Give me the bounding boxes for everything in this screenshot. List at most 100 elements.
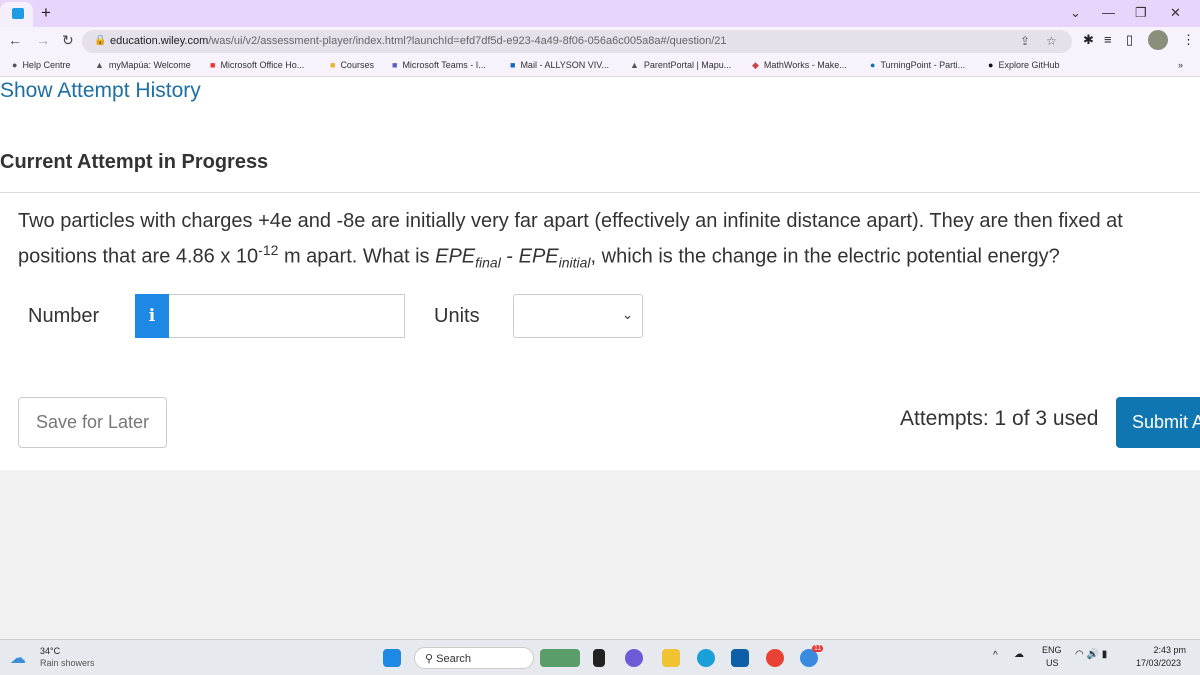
courses-icon: ■	[330, 60, 336, 70]
q-epe: EPE	[518, 245, 559, 268]
language[interactable]: ENG	[1042, 645, 1062, 655]
url-domain: education.wiley.com	[110, 35, 209, 47]
section-title: Current Attempt in Progress	[0, 151, 269, 173]
close-button[interactable]: ✕	[1170, 5, 1181, 21]
clock-time[interactable]: 2:43 pm	[1150, 645, 1186, 655]
browser-toolbar: ← → ↻ 🔒 education.wiley.com/was/ui/v2/as…	[0, 27, 1200, 55]
q-sub: final	[475, 254, 501, 271]
bookmark-label: ParentPortal | Mapu...	[643, 60, 732, 70]
q-part: -	[500, 245, 519, 268]
share-icon[interactable]: ⇪	[1020, 34, 1030, 48]
outlook-icon: ■	[510, 60, 516, 70]
back-icon[interactable]: ←	[8, 32, 22, 48]
extensions-icon[interactable]: ✱	[1083, 32, 1094, 48]
weather-text: Rain showers	[40, 658, 95, 668]
region[interactable]: US	[1046, 658, 1059, 668]
units-select[interactable]: ⌄	[513, 294, 643, 338]
number-input[interactable]	[169, 294, 405, 338]
url-path: /was/ui/v2/assessment-player/index.html?…	[208, 35, 727, 47]
info-icon[interactable]: i	[135, 294, 169, 338]
units-label: Units	[434, 305, 480, 327]
bookmark[interactable]: ● TurningPoint - Parti...	[870, 60, 965, 70]
bookmark-label: Mail - ALLYSON VIV...	[520, 60, 609, 70]
bookmark-label: Courses	[340, 60, 374, 70]
bookmark[interactable]: ■ Courses	[330, 60, 374, 70]
side-panel-icon[interactable]: ▯	[1126, 32, 1133, 48]
edge-icon[interactable]	[697, 649, 715, 667]
profile-avatar[interactable]	[1148, 30, 1168, 50]
reading-list-icon[interactable]: ≡	[1104, 32, 1112, 47]
wifi-volume-battery-icon[interactable]: ◠ 🔊 ▮	[1075, 649, 1107, 660]
q-part: , which is the change in the electric po…	[590, 245, 1060, 268]
q-sub: initial	[558, 254, 591, 271]
file-explorer-icon[interactable]	[662, 649, 680, 667]
reload-icon[interactable]: ↻	[62, 32, 74, 49]
attempts-count: Attempts: 1 of 3 used	[900, 407, 1099, 430]
bookmark[interactable]: ◆ MathWorks - Make...	[752, 60, 847, 71]
bookmark[interactable]: ▲ ParentPortal | Mapu...	[630, 60, 731, 70]
clock-date[interactable]: 17/03/2023	[1136, 658, 1181, 668]
search-icon: ⚲	[425, 653, 437, 665]
bookmark[interactable]: ■ Microsoft Office Ho...	[210, 60, 304, 70]
globe-icon: ●	[12, 60, 18, 70]
github-icon: ●	[988, 60, 994, 70]
bookmark-label: Explore GitHub	[998, 60, 1060, 70]
tab-bar: + ⌄ — ❐ ✕	[0, 0, 1200, 27]
assessment-page: Show Attempt History Current Attempt in …	[0, 77, 1200, 470]
lock-icon: 🔒	[94, 35, 107, 46]
address-bar[interactable]: 🔒 education.wiley.com/was/ui/v2/assessme…	[82, 30, 1072, 53]
taskbar: ☁ 34°C Rain showers ⚲ Search 11 ^ ☁ ENG …	[0, 639, 1200, 675]
mapua-icon: ▲	[95, 60, 104, 70]
restore-button[interactable]: ❐	[1135, 5, 1147, 21]
save-for-later-button[interactable]: Save for Later	[18, 397, 167, 448]
bookmark-label: Microsoft Teams - I...	[402, 60, 486, 70]
submit-answer-button[interactable]: Submit Answer	[1116, 397, 1200, 448]
bookmarks-bar: ● Help Centre ▲ myMapúa: Welcome ■ Microsof…	[0, 55, 1200, 77]
notification-badge: 11	[812, 645, 824, 652]
mathworks-icon: ◆	[752, 60, 759, 70]
teams-chat-icon[interactable]	[625, 649, 643, 667]
bookmark[interactable]: ● Explore GitHub	[988, 60, 1059, 70]
tab-search-icon[interactable]: ⌄	[1070, 5, 1081, 21]
bookmark[interactable]: ■ Mail - ALLYSON VIV...	[510, 60, 609, 70]
bookmark-label: TurningPoint - Parti...	[880, 60, 966, 70]
minimize-button[interactable]: —	[1102, 5, 1115, 20]
menu-icon[interactable]: ⋮	[1182, 32, 1195, 48]
chevron-down-icon: ⌄	[622, 307, 633, 322]
forward-icon[interactable]: →	[36, 32, 50, 48]
bookmark-label: myMapúa: Welcome	[108, 60, 191, 70]
bookmark-label: MathWorks - Make...	[763, 60, 847, 70]
show-attempt-history-link[interactable]: Show Attempt History	[0, 79, 201, 103]
more-bookmarks-button[interactable]: »	[1178, 60, 1183, 70]
wiley-favicon-icon	[12, 8, 24, 19]
office-icon: ■	[210, 60, 216, 70]
number-label: Number	[28, 305, 100, 327]
question-text: Two particles with charges +4e and -8e a…	[18, 207, 1198, 278]
bookmark-star-icon[interactable]: ☆	[1046, 34, 1057, 48]
weather-icon: ☁	[10, 650, 26, 667]
bookmark[interactable]: ▲ myMapúa: Welcome	[95, 60, 191, 70]
bookmark-label: Microsoft Office Ho...	[220, 60, 305, 70]
search-label: Search	[436, 653, 471, 665]
divider	[0, 192, 1200, 193]
start-icon[interactable]	[383, 649, 401, 667]
new-tab-button[interactable]: +	[41, 3, 51, 23]
q-part: m apart. What is	[278, 245, 436, 268]
mapua-icon: ▲	[630, 60, 639, 70]
turningpoint-icon: ●	[870, 60, 876, 70]
widget-icon[interactable]	[540, 649, 580, 667]
temperature: 34°C	[40, 646, 61, 656]
taskbar-search[interactable]: ⚲ Search	[414, 647, 534, 669]
q-exp: -12	[258, 242, 279, 258]
onedrive-icon[interactable]: ☁	[1014, 649, 1024, 660]
bookmark[interactable]: ■ Microsoft Teams - I...	[392, 60, 486, 70]
store-icon[interactable]	[731, 649, 749, 667]
app-icon[interactable]	[593, 649, 605, 667]
tab-wiley[interactable]	[0, 2, 33, 27]
q-epe: EPE	[435, 245, 476, 268]
chrome-icon[interactable]	[766, 649, 784, 667]
bookmark[interactable]: ● Help Centre	[12, 60, 70, 70]
bookmark-label: Help Centre	[22, 60, 71, 70]
teams-icon: ■	[392, 60, 398, 70]
chevron-up-icon[interactable]: ^	[993, 650, 998, 661]
